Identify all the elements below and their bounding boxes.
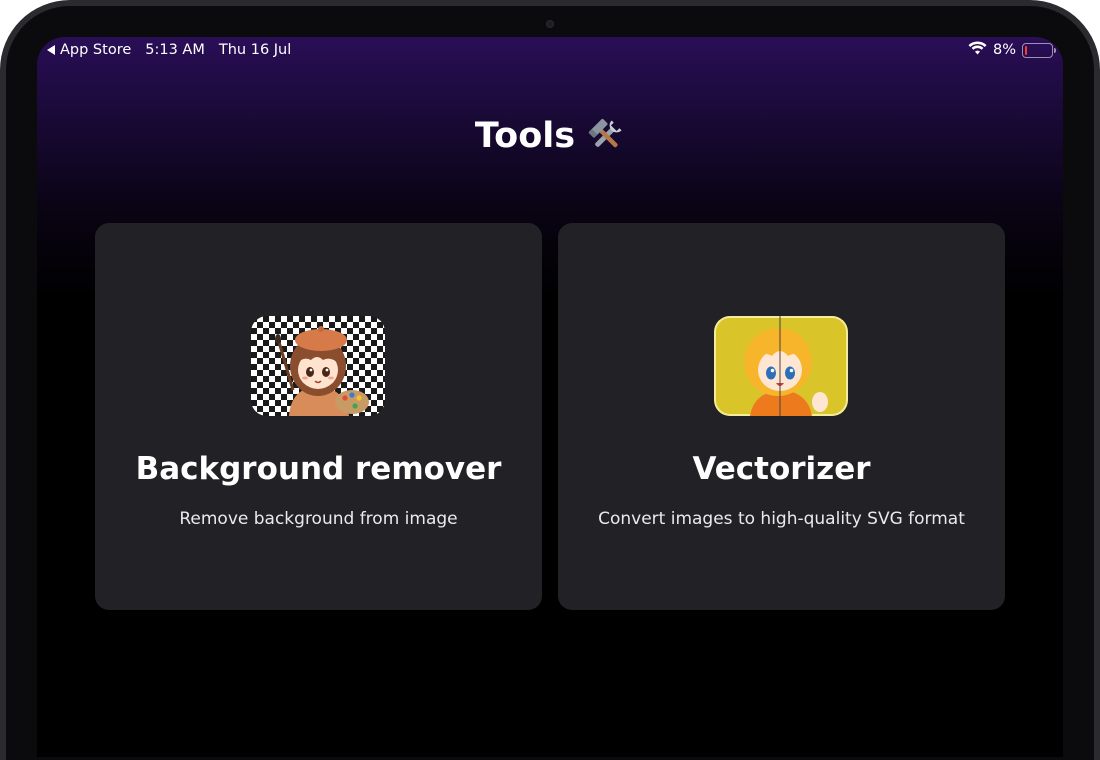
status-bar: App Store 5:13 AM Thu 16 Jul 8%: [37, 37, 1063, 65]
status-left: App Store 5:13 AM Thu 16 Jul: [47, 42, 291, 58]
wifi-icon: [968, 41, 987, 59]
background-remover-title: Background remover: [135, 451, 502, 487]
vectorizer-thumbnail: [714, 316, 848, 416]
battery-level-fill: [1025, 45, 1027, 55]
page-title-text: Tools: [474, 116, 576, 156]
vectorizer-title: Vectorizer: [692, 451, 871, 487]
back-arrow-icon: [47, 45, 55, 55]
status-right: 8%: [968, 41, 1056, 59]
hammer-and-wrench-icon: [587, 118, 625, 154]
background-remover-card[interactable]: Background remover Remove background fro…: [95, 223, 542, 610]
battery-percent: 8%: [992, 42, 1016, 58]
background-remover-thumbnail: [251, 316, 385, 416]
status-date: Thu 16 Jul: [218, 42, 292, 58]
tablet-frame: App Store 5:13 AM Thu 16 Jul 8% Tools Ba…: [0, 0, 1100, 760]
background-remover-description: Remove background from image: [179, 509, 458, 529]
vectorizer-card[interactable]: Vectorizer Convert images to high-qualit…: [558, 223, 1005, 610]
back-app-label: App Store: [60, 42, 132, 58]
status-time: 5:13 AM: [145, 42, 205, 58]
screen: App Store 5:13 AM Thu 16 Jul 8% Tools Ba…: [37, 37, 1063, 757]
battery-icon: [1022, 42, 1056, 58]
back-to-app-button[interactable]: App Store: [47, 42, 131, 58]
vectorizer-description: Convert images to high-quality SVG forma…: [598, 509, 965, 529]
front-camera: [546, 20, 554, 28]
page-title: Tools: [37, 116, 1063, 156]
